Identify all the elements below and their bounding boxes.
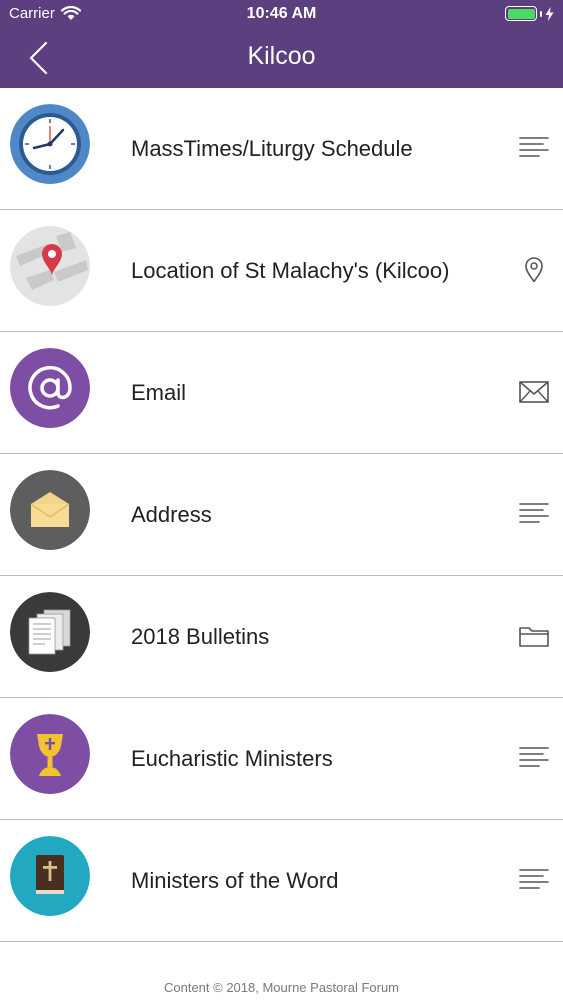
list-lines-icon: [517, 131, 551, 165]
status-time: 10:46 AM: [246, 5, 317, 22]
app-header: Carrier 10:46 AM Kilcoo: [0, 0, 563, 88]
list-lines-icon: [517, 741, 551, 775]
list-item-email[interactable]: Email: [0, 332, 563, 454]
location-pin-icon: [517, 253, 551, 287]
list-item-location[interactable]: Location of St Malachy's (Kilcoo): [0, 210, 563, 332]
list-item-label: Location of St Malachy's (Kilcoo): [131, 258, 450, 283]
menu-list: MassTimes/Liturgy Schedule Location of S…: [0, 88, 563, 942]
charging-bolt-icon: [545, 6, 554, 21]
at-sign-icon: [10, 348, 90, 428]
page-title: Kilcoo: [247, 42, 316, 70]
folder-icon: [517, 619, 551, 653]
list-item-label: Address: [131, 502, 212, 527]
list-item-label: Eucharistic Ministers: [131, 746, 333, 771]
list-item-address[interactable]: Address: [0, 454, 563, 576]
clock-icon: [10, 104, 90, 184]
navigation-bar: Kilcoo: [0, 30, 563, 88]
list-lines-icon: [517, 863, 551, 897]
list-item-label: Ministers of the Word: [131, 868, 339, 893]
map-pin-icon: [10, 226, 90, 306]
chalice-icon: [10, 714, 90, 794]
documents-icon: [10, 592, 90, 672]
list-item-label: 2018 Bulletins: [131, 624, 270, 649]
list-item-label: MassTimes/Liturgy Schedule: [131, 136, 413, 161]
bible-icon: [10, 836, 90, 916]
battery-indicator: [505, 6, 554, 21]
battery-icon: [505, 6, 537, 21]
open-envelope-icon: [10, 470, 90, 550]
footer-copyright: Content © 2018, Mourne Pastoral Forum: [163, 980, 400, 995]
list-item-ministers-of-the-word[interactable]: Ministers of the Word: [0, 820, 563, 942]
list-item-bulletins[interactable]: 2018 Bulletins: [0, 576, 563, 698]
list-lines-icon: [517, 497, 551, 531]
status-bar: Carrier 10:46 AM: [0, 0, 563, 30]
list-item-mass-times[interactable]: MassTimes/Liturgy Schedule: [0, 88, 563, 210]
list-item-eucharistic-ministers[interactable]: Eucharistic Ministers: [0, 698, 563, 820]
list-item-label: Email: [131, 380, 187, 405]
envelope-icon: [517, 375, 551, 409]
